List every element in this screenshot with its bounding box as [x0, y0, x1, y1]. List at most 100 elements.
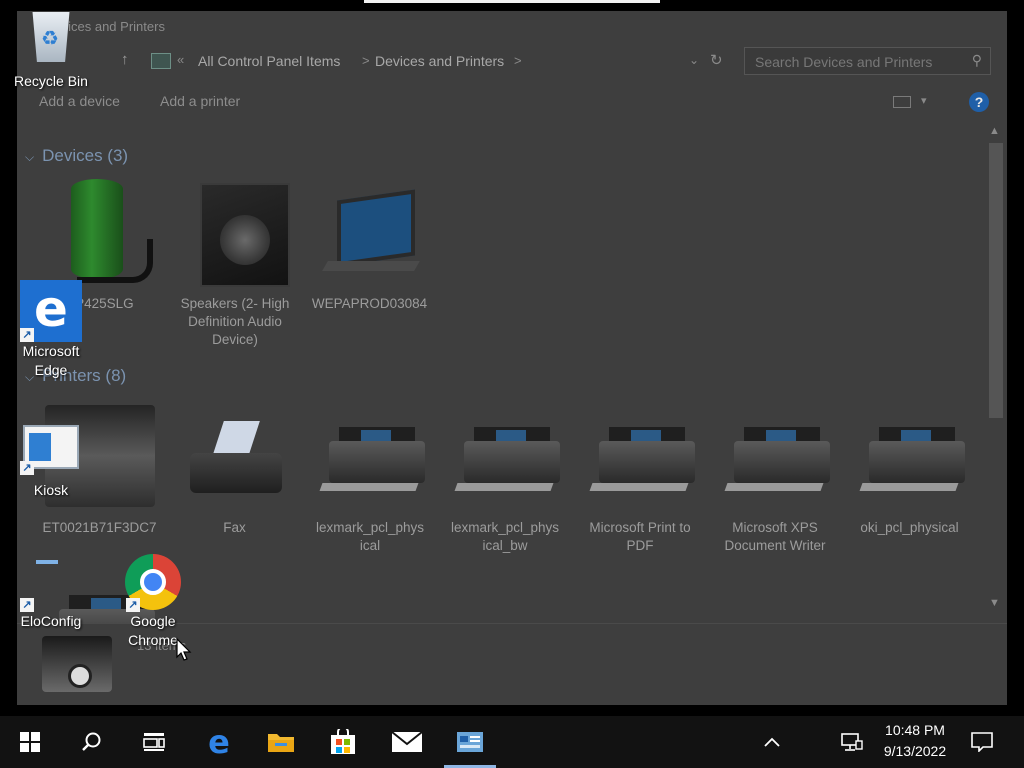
add-printer-button[interactable]: Add a printer	[160, 93, 240, 109]
edge-icon: e	[208, 723, 230, 761]
show-hidden-icons-button[interactable]	[754, 716, 790, 768]
windows-logo-icon	[20, 732, 40, 752]
start-button[interactable]	[6, 716, 54, 768]
printer-item[interactable]: lexmark_pcl_physical_bw	[442, 403, 567, 555]
items-view[interactable]: ⌵ Devices (3) CP425SLG Speakers (2- High …	[17, 121, 987, 651]
file-explorer-taskbar-button[interactable]	[256, 716, 306, 768]
printer-icon	[577, 403, 702, 513]
laptop-icon	[307, 179, 432, 289]
desktop-icon-label: EloConfig	[20, 613, 82, 629]
refresh-icon[interactable]: ↻	[710, 51, 723, 69]
breadcrumb-overflow-icon[interactable]: «	[177, 52, 184, 67]
scroll-down-arrow-icon[interactable]: ▼	[989, 597, 1000, 609]
view-options-dropdown-icon[interactable]: ▾	[921, 94, 927, 107]
shortcut-arrow-icon: ↗	[126, 598, 140, 612]
shortcut-arrow-icon: ↗	[20, 461, 34, 475]
clock-time: 10:48 PM	[885, 722, 945, 738]
fax-icon	[172, 403, 297, 513]
search-box[interactable]: ⚲	[744, 47, 991, 75]
printer-label: lexmark_pcl_physical	[315, 520, 425, 553]
breadcrumb-separator[interactable]: >	[362, 53, 370, 68]
printer-icon	[442, 403, 567, 513]
folder-icon	[268, 734, 294, 752]
printer-icon	[712, 403, 837, 513]
printer-label: lexmark_pcl_physical_bw	[450, 520, 560, 553]
scroll-up-arrow-icon[interactable]: ▲	[989, 125, 1000, 137]
top-edge-bar	[364, 0, 660, 3]
mail-taskbar-button[interactable]	[381, 716, 433, 768]
search-icon	[82, 732, 101, 751]
device-label: WEPAPROD03084	[311, 296, 428, 311]
shortcut-arrow-icon: ↗	[20, 598, 34, 612]
devices-group-header[interactable]: ⌵ Devices (3)	[25, 146, 128, 166]
desktop-icon-label: Recycle Bin	[14, 73, 88, 89]
control-panel-icon	[151, 53, 171, 69]
desktop-icon-label: Microsoft Edge	[22, 343, 80, 378]
store-taskbar-button[interactable]	[318, 716, 368, 768]
add-device-button[interactable]: Add a device	[39, 93, 120, 109]
task-view-icon	[143, 733, 165, 751]
printer-label: Fax	[223, 520, 246, 535]
webcam-icon	[42, 636, 112, 692]
up-arrow-icon[interactable]: ↑	[121, 51, 129, 68]
battery-icon	[37, 179, 162, 289]
mail-icon	[391, 731, 423, 752]
store-icon	[331, 729, 355, 754]
vertical-scrollbar-thumb[interactable]	[989, 143, 1003, 418]
devices-header-label: Devices (3)	[42, 146, 129, 165]
desktop-icon-recycle-bin[interactable]: Recycle Bin	[14, 12, 88, 91]
kiosk-icon: ↗	[20, 425, 82, 475]
help-icon[interactable]: ?	[969, 92, 989, 112]
device-item[interactable]: WEPAPROD03084	[307, 179, 432, 313]
printer-label: oki_pcl_physical	[860, 520, 959, 535]
speaker-icon	[172, 179, 297, 289]
printer-label: Microsoft Print to PDF	[589, 520, 691, 553]
device-item[interactable]: Speakers (2- High Definition Audio Devic…	[172, 179, 297, 349]
taskbar: e 10:48 PM 9/13/2022	[0, 716, 1024, 768]
edge-taskbar-button[interactable]: e	[194, 716, 244, 768]
printer-item[interactable]: Fax	[172, 403, 297, 537]
recycle-bin-icon	[14, 12, 88, 62]
desktop-icon-kiosk[interactable]: ↗ Kiosk	[14, 425, 88, 500]
breadcrumb-devices-and-printers[interactable]: Devices and Printers	[375, 53, 504, 69]
printer-icon	[847, 403, 972, 513]
clock-date: 9/13/2022	[883, 743, 947, 759]
printer-label: ET0021B71F3DC7	[42, 520, 157, 535]
desktop-icon-microsoft-edge[interactable]: e ↗ Microsoft Edge	[14, 280, 88, 380]
notification-icon	[971, 732, 993, 752]
printer-item[interactable]: Microsoft Print to PDF	[577, 403, 702, 555]
control-panel-taskbar-button[interactable]	[444, 716, 496, 768]
desktop-icon-google-chrome[interactable]: ↗ Google Chrome	[116, 554, 190, 650]
chevron-up-icon	[764, 737, 780, 747]
address-dropdown-icon[interactable]: ⌄	[689, 53, 699, 67]
desktop-icon-eloconfig[interactable]: ↗ EloConfig	[14, 560, 88, 631]
search-icon[interactable]: ⚲	[972, 52, 982, 69]
network-status-button[interactable]	[834, 716, 870, 768]
mouse-cursor-icon	[176, 638, 192, 661]
breadcrumb-separator[interactable]: >	[514, 53, 522, 68]
eloconfig-icon: ↗	[20, 560, 82, 612]
printer-item[interactable]: oki_pcl_physical	[847, 403, 972, 537]
taskbar-clock[interactable]: 10:48 PM 9/13/2022	[872, 720, 958, 762]
command-bar: Add a device Add a printer ▾	[17, 89, 1007, 115]
title-bar[interactable]: Devices and Printers	[17, 11, 1007, 41]
address-bar[interactable]: ↑ « All Control Panel Items > Devices an…	[17, 47, 1007, 75]
view-options-icon[interactable]	[893, 96, 911, 108]
desktop-icon-label: Kiosk	[33, 482, 69, 498]
chrome-icon: ↗	[122, 554, 184, 612]
control-panel-icon	[457, 732, 483, 752]
collapse-chevron-icon[interactable]: ⌵	[25, 150, 34, 164]
search-taskbar-button[interactable]	[68, 716, 116, 768]
network-icon	[841, 733, 863, 751]
device-label: Speakers (2- High Definition Audio Devic…	[180, 296, 290, 347]
printer-label: Microsoft XPS Document Writer	[724, 520, 826, 553]
breadcrumb-all-control-panel-items[interactable]: All Control Panel Items	[198, 53, 340, 69]
printer-icon	[307, 403, 432, 513]
task-view-button[interactable]	[130, 716, 178, 768]
shortcut-arrow-icon: ↗	[20, 328, 34, 342]
search-input[interactable]	[753, 52, 957, 72]
printer-item[interactable]: Microsoft XPS Document Writer	[712, 403, 837, 555]
edge-icon: e ↗	[20, 280, 82, 342]
printer-item[interactable]: lexmark_pcl_physical	[307, 403, 432, 555]
action-center-button[interactable]	[964, 716, 1000, 768]
